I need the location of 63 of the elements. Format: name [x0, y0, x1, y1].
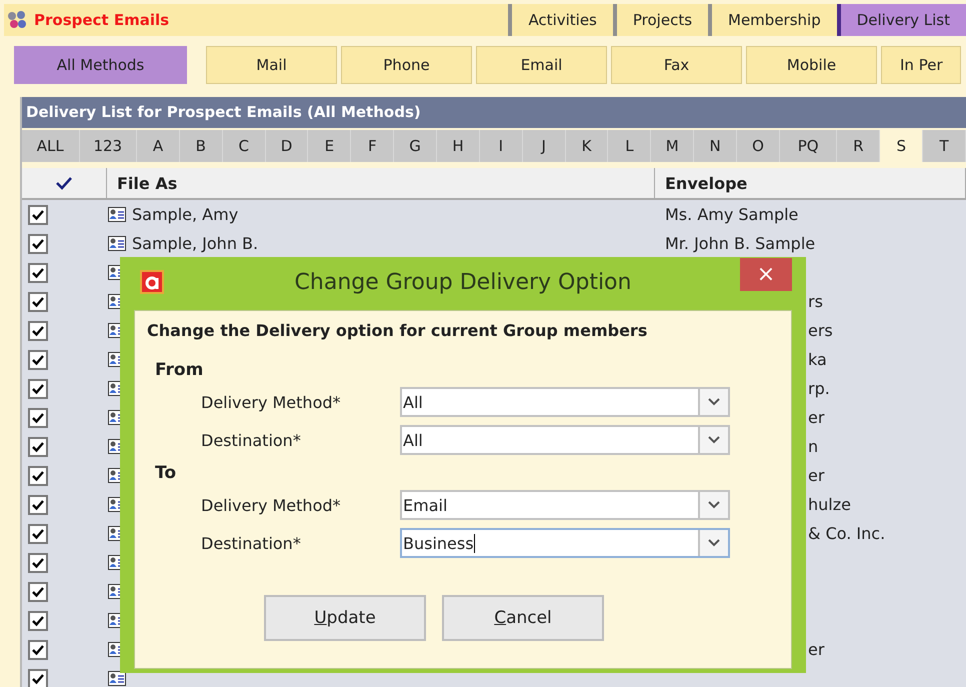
app-title: Prospect Emails [34, 11, 170, 29]
dropdown-field[interactable]: Email [400, 490, 730, 520]
checkbox[interactable] [28, 204, 48, 224]
table-cell: Mr. John B. Sample [665, 234, 816, 253]
checkbox[interactable] [28, 378, 48, 398]
tab[interactable]: All Methods [14, 46, 187, 84]
letter-tab[interactable]: S [880, 130, 924, 162]
contact-card-icon [108, 236, 126, 251]
dialog-heading: Change the Delivery option for current Group members [147, 321, 648, 340]
tab[interactable]: In Per [881, 46, 961, 84]
table-cell: Sample, John B. [132, 234, 258, 253]
table-cell: er [808, 640, 824, 659]
contact-card-icon [108, 671, 126, 686]
field-label: Destination* [200, 430, 302, 450]
people-icon [6, 10, 28, 30]
table-cell: Sample, Amy [132, 205, 238, 224]
checkbox[interactable] [28, 640, 48, 660]
dialog-button[interactable]: Update [264, 595, 426, 641]
tab[interactable]: Mail [206, 46, 337, 84]
checkbox[interactable] [28, 552, 48, 572]
table-cell: ers [808, 321, 833, 340]
dropdown-field[interactable]: All [400, 387, 730, 417]
checkbox[interactable] [28, 582, 48, 602]
checkbox[interactable] [28, 408, 48, 428]
contact-card-icon [108, 207, 126, 222]
checkbox[interactable] [28, 436, 48, 456]
table-cell: hulze [808, 495, 851, 514]
checkbox[interactable] [28, 262, 48, 282]
checkbox[interactable] [28, 494, 48, 514]
field-label: Delivery Method* [200, 496, 342, 514]
tab[interactable]: Mobile [746, 46, 877, 84]
checkbox[interactable] [28, 466, 48, 486]
table-cell: rp. [808, 379, 830, 398]
app-logo-icon [140, 270, 164, 294]
close-button[interactable]: × [740, 258, 792, 291]
checkbox[interactable] [28, 292, 48, 312]
dropdown-field[interactable]: All [400, 425, 730, 455]
table-cell: Ms. Amy Sample [665, 205, 798, 224]
checkbox[interactable] [28, 668, 48, 687]
list-title: Delivery List for Prospect Emails (All Methods) [22, 97, 966, 128]
table-cell: & Co. Inc. [808, 524, 886, 543]
table-cell: n [808, 437, 818, 456]
tab[interactable]: Delivery List [836, 4, 966, 36]
dropdown-field[interactable]: Business [400, 528, 730, 558]
checkbox[interactable] [28, 234, 48, 254]
table-cell: ka [808, 350, 827, 369]
table-cell: er [808, 408, 824, 427]
field-label: Delivery Method* [200, 392, 342, 412]
table-cell: rs [808, 292, 823, 311]
tab[interactable]: Phone [341, 46, 472, 84]
tab[interactable]: Fax [611, 46, 742, 84]
checkbox[interactable] [28, 524, 48, 544]
checkmark-icon [55, 176, 73, 190]
field-label: Destination* [200, 534, 302, 552]
checkbox[interactable] [28, 320, 48, 340]
dialog-button[interactable]: Cancel [442, 595, 604, 641]
checkbox[interactable] [28, 610, 48, 630]
checkbox[interactable] [28, 350, 48, 370]
section-label: From [155, 360, 204, 380]
dialog-title: Change Group Delivery Option [294, 270, 632, 294]
tab[interactable]: Email [476, 46, 607, 84]
section-label: To [155, 463, 178, 483]
table-cell: er [808, 466, 824, 485]
